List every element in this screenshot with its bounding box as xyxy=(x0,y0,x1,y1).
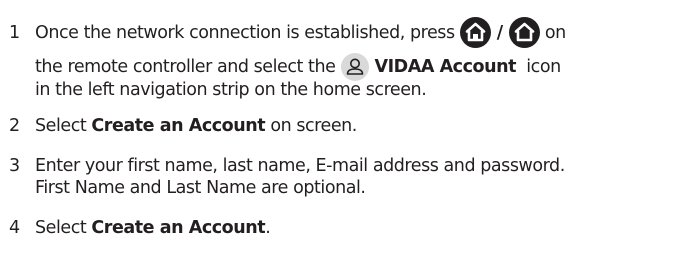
step-number: 4 xyxy=(9,218,20,238)
step-1-line-3: in the left navigation strip on the home… xyxy=(35,80,427,100)
step-2-line-1: Select Create an Account on screen. xyxy=(35,116,357,136)
step-number: 3 xyxy=(9,156,20,176)
step-text: Once the network connection is establish… xyxy=(35,22,460,43)
step-text: First Name and Last Name are optional. xyxy=(35,178,366,198)
step-text: Enter your first name, last name, E-mail… xyxy=(35,156,565,176)
step-1-line-2: the remote controller and select the VID… xyxy=(35,53,561,81)
step-text: on screen. xyxy=(265,116,357,136)
step-text: Select xyxy=(35,218,92,238)
create-account-label: Create an Account xyxy=(91,116,266,136)
step-4-line-1: Select Create an Account . xyxy=(35,218,271,238)
step-text: the remote controller and select the xyxy=(35,57,341,77)
step-3-line-2: First Name and Last Name are optional. xyxy=(35,178,366,198)
vidaa-account-label: VIDAA Account xyxy=(374,57,517,77)
home-icon xyxy=(459,17,491,48)
step-text: in the left navigation strip on the home… xyxy=(35,80,427,100)
step-text: Select xyxy=(35,116,92,136)
home-icon xyxy=(508,17,540,48)
step-3-line-1: Enter your first name, last name, E-mail… xyxy=(35,156,565,176)
step-number: 1 xyxy=(9,23,20,43)
step-text: . xyxy=(265,218,271,238)
step-number: 2 xyxy=(9,116,20,136)
step-text: icon xyxy=(516,57,561,77)
create-account-label: Create an Account xyxy=(91,218,266,238)
step-1-line-1: Once the network connection is establish… xyxy=(35,17,566,48)
instruction-steps: 1 Once the network connection is establi… xyxy=(0,0,673,261)
account-icon xyxy=(340,53,369,81)
